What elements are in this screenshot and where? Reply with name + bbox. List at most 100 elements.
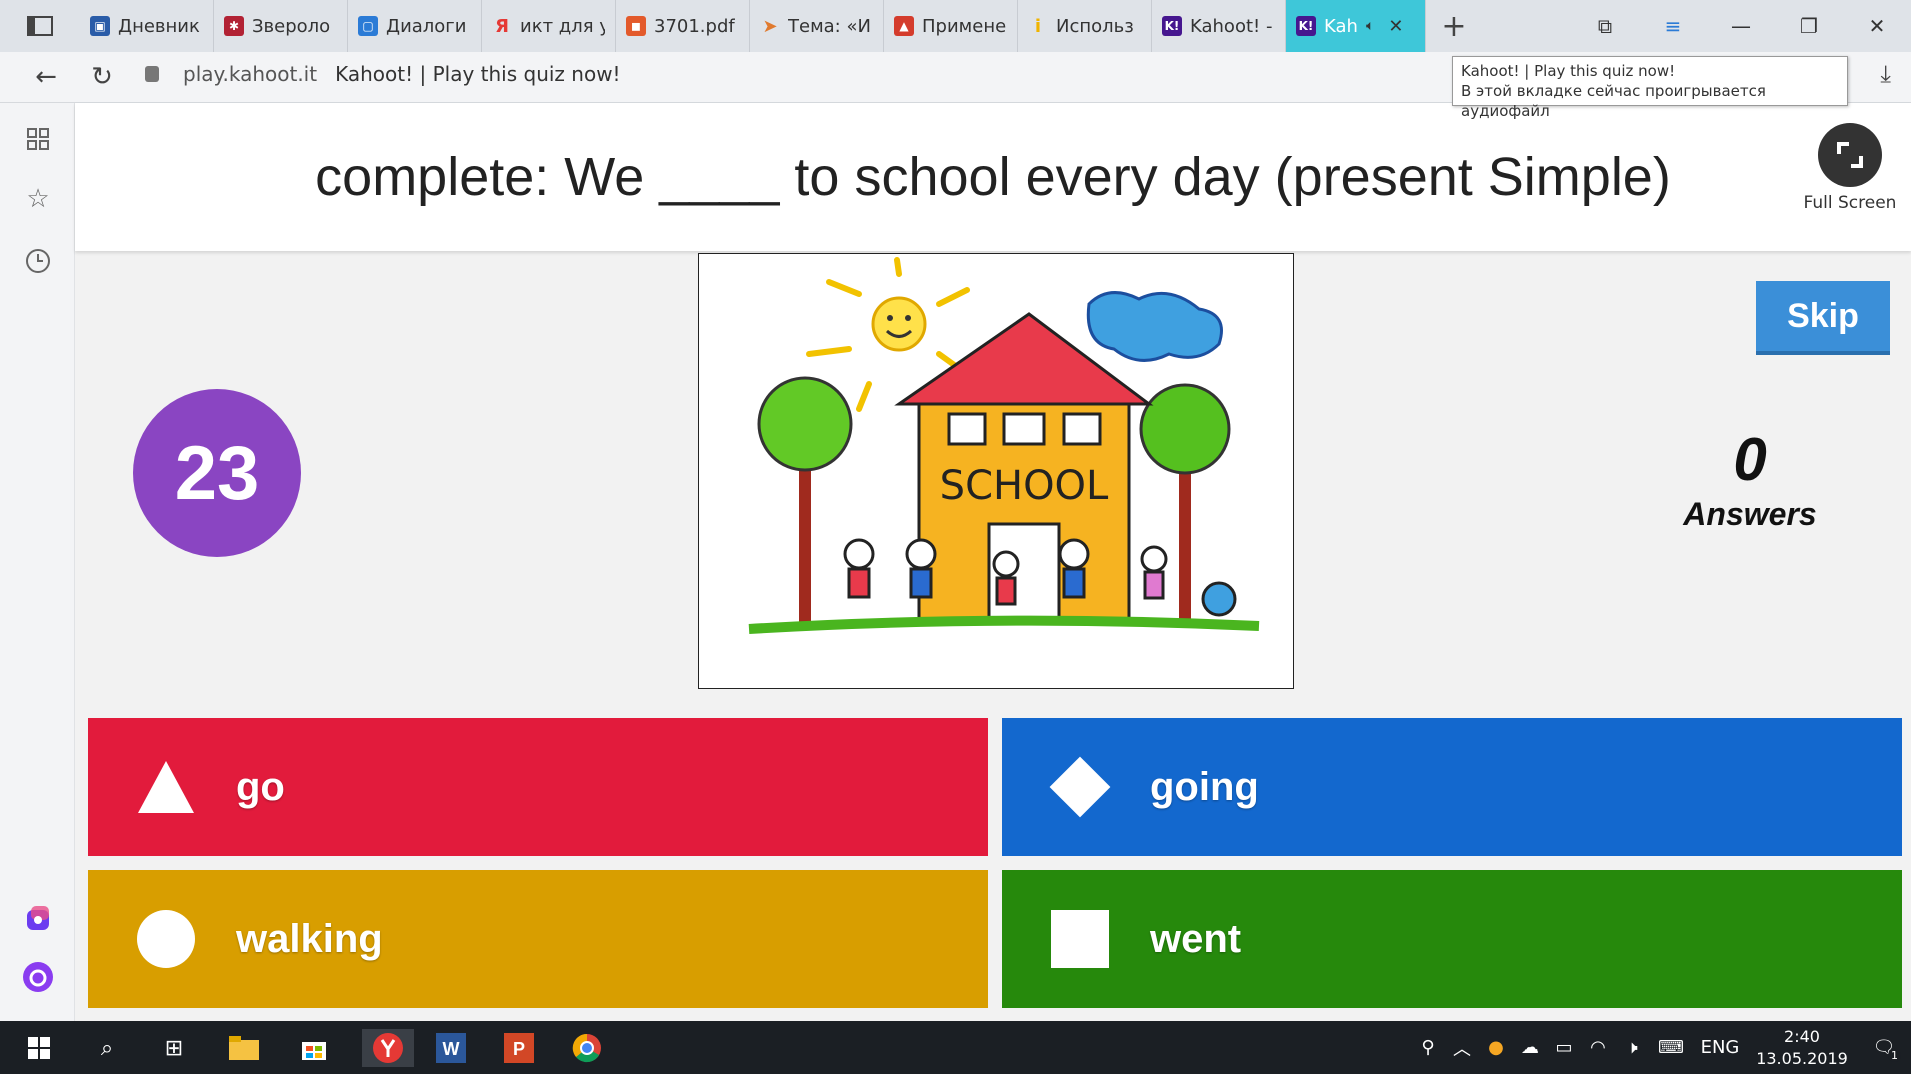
downloads-button[interactable]: ⤓ — [1880, 60, 1891, 88]
tab-2[interactable]: ▢ Диалоги — [348, 0, 482, 52]
tab-title: Kahoot! - — [1190, 15, 1273, 37]
tab-favicon-icon: ➤ — [762, 15, 778, 37]
word-taskbar-button[interactable]: W — [432, 1029, 470, 1067]
tab-8[interactable]: K! Kahoot! - — [1152, 0, 1286, 52]
answers-label: Answers — [1683, 496, 1817, 532]
notification-count: 1 — [1888, 1049, 1901, 1062]
windows-taskbar: ⌕ ⊞ W P ⚲ ︿ ● ☁ ▭ ◠ 🕨︎ ⌨ ENG 2:40 13.05.… — [0, 1021, 1911, 1074]
minimize-button[interactable]: — — [1707, 0, 1775, 52]
task-view-button[interactable]: ⊞ — [155, 1029, 193, 1067]
browser-tab-strip: ▣ Дневник ✱ Звероло ▢ Диалоги Я икт для … — [0, 0, 1911, 52]
tab-5[interactable]: ➤ Тема: «И — [750, 0, 884, 52]
fullscreen-label: Full Screen — [1803, 193, 1897, 213]
tab-0[interactable]: ▣ Дневник — [80, 0, 214, 52]
countdown-timer: 23 — [133, 389, 301, 557]
powerpoint-taskbar-button[interactable]: P — [500, 1029, 538, 1067]
star-icon: ☆ — [26, 184, 50, 214]
volume-muted-icon[interactable]: 🕨︎ — [1615, 1037, 1649, 1058]
tabs-panel-button[interactable] — [0, 0, 80, 52]
keyboard-icon[interactable]: ⌨ — [1649, 1037, 1693, 1058]
start-button[interactable] — [20, 1029, 58, 1067]
url-page-title: Kahoot! | Play this quiz now! — [335, 62, 621, 86]
svg-text:P: P — [513, 1039, 525, 1059]
question-image: SCHOOL — [698, 253, 1294, 689]
tab-title: Использ — [1056, 15, 1134, 37]
square-icon — [1048, 907, 1112, 971]
messenger-button[interactable] — [22, 903, 54, 935]
tab-favicon-icon: ▣ — [90, 16, 110, 36]
back-button[interactable]: ← — [26, 58, 66, 96]
close-window-button[interactable]: ✕ — [1843, 0, 1911, 52]
tab-4[interactable]: ◼ 3701.pdf — [616, 0, 750, 52]
tab-7[interactable]: i Использ — [1018, 0, 1152, 52]
audio-playing-icon[interactable]: 🔈︎ — [1366, 18, 1374, 34]
diamond-icon — [1048, 755, 1112, 819]
alice-assistant-button[interactable] — [22, 961, 54, 993]
svg-text:W: W — [443, 1039, 460, 1059]
cloud-icon[interactable]: ☁ — [1513, 1037, 1547, 1058]
bookmarks-button[interactable]: ⧉ — [1571, 0, 1639, 52]
store-icon — [302, 1042, 326, 1060]
tab-6[interactable]: ▲ Примене — [884, 0, 1018, 52]
answer-label: going — [1150, 764, 1259, 809]
browser-sidebar: ☆ — [0, 103, 75, 1021]
store-button[interactable] — [295, 1029, 333, 1067]
answer-option-went[interactable]: went — [1002, 870, 1902, 1008]
answer-label: walking — [236, 916, 383, 961]
chevron-up-icon[interactable]: ︿ — [1445, 1035, 1479, 1061]
battery-icon[interactable]: ▭ — [1547, 1037, 1581, 1058]
grid-icon — [27, 128, 49, 150]
menu-button[interactable]: ≡ — [1639, 0, 1707, 52]
window-controls: ⧉ ≡ — ❐ ✕ — [1571, 0, 1911, 52]
notifications-button[interactable]: 🗨︎ 1 — [1857, 1037, 1911, 1062]
tab-favicon-icon: ▲ — [894, 16, 914, 36]
language-indicator[interactable]: ENG — [1693, 1037, 1747, 1058]
tab-title: Дневник — [118, 15, 200, 37]
menu-icon: ≡ — [1664, 14, 1682, 38]
people-icon[interactable]: ⚲ — [1411, 1037, 1445, 1058]
yandex-browser-taskbar-button[interactable] — [362, 1029, 414, 1067]
tab-tooltip: Kahoot! | Play this quiz now! В этой вкл… — [1452, 56, 1848, 120]
tab-title: Диалоги — [386, 15, 467, 37]
restore-button[interactable]: ❐ — [1775, 0, 1843, 52]
reload-button[interactable]: ↻ — [82, 58, 122, 96]
tab-favicon-icon: i — [1034, 15, 1042, 37]
kahoot-favicon-icon: K! — [1162, 16, 1182, 36]
clock-date: 13.05.2019 — [1756, 1048, 1848, 1068]
tab-favicon-icon: Я — [495, 15, 509, 37]
close-icon: ✕ — [1868, 14, 1886, 38]
search-button[interactable]: ⌕ — [88, 1029, 126, 1067]
skip-button[interactable]: Skip — [1756, 281, 1890, 351]
tab-3[interactable]: Я икт для у — [482, 0, 616, 52]
tab-title: Звероло — [252, 15, 331, 37]
fullscreen-button[interactable] — [1818, 123, 1882, 187]
tab-close-icon[interactable]: ✕ — [1388, 16, 1403, 37]
lock-icon — [145, 66, 159, 82]
back-arrow-icon: ← — [35, 62, 57, 92]
history-button[interactable] — [22, 245, 54, 277]
chrome-taskbar-button[interactable] — [568, 1029, 606, 1067]
circle-icon — [134, 907, 198, 971]
tab-title: 3701.pdf — [654, 15, 735, 37]
clock-time: 2:40 — [1784, 1026, 1820, 1046]
yandex-browser-icon — [373, 1033, 403, 1063]
answer-option-go[interactable]: go — [88, 718, 988, 856]
word-icon: W — [436, 1033, 466, 1063]
tab-favicon-icon: ▢ — [358, 16, 378, 36]
wifi-icon[interactable]: ◠ — [1581, 1037, 1615, 1058]
file-explorer-button[interactable] — [225, 1029, 263, 1067]
tab-title: Kah — [1324, 15, 1358, 37]
new-tab-button[interactable]: + — [1426, 0, 1482, 52]
fullscreen-icon — [1837, 142, 1863, 168]
app-tray-icon[interactable]: ● — [1479, 1037, 1513, 1058]
download-icon: ⤓ — [1880, 60, 1891, 88]
url-field[interactable]: play.kahoot.it Kahoot! | Play this quiz … — [145, 62, 621, 86]
tableau-button[interactable] — [22, 123, 54, 155]
favorites-button[interactable]: ☆ — [22, 183, 54, 215]
plus-icon: + — [1441, 8, 1467, 44]
answer-option-walking[interactable]: walking — [88, 870, 988, 1008]
clock[interactable]: 2:40 13.05.2019 — [1747, 1026, 1857, 1070]
answer-option-going[interactable]: going — [1002, 718, 1902, 856]
tab-active-kahoot[interactable]: K! Kah 🔈︎ ✕ — [1286, 0, 1426, 52]
tab-1[interactable]: ✱ Звероло — [214, 0, 348, 52]
